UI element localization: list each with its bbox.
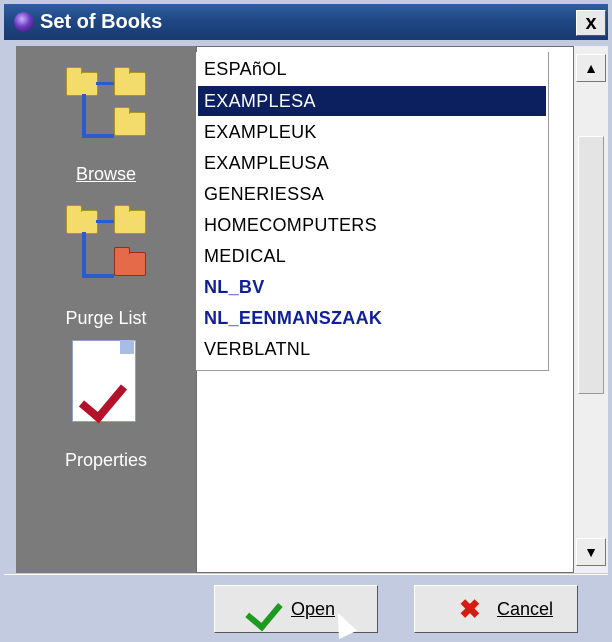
sidebar: Browse Purge List Properties [16,46,196,573]
checkmark-icon [245,592,283,632]
app-icon [14,12,34,32]
books-list[interactable]: ESPAñOL EXAMPLESA EXAMPLEUK EXAMPLEUSA G… [196,52,549,371]
properties-check-icon [68,340,140,424]
scroll-up-button[interactable]: ▲ [576,54,606,82]
cancel-button-label: Cancel [497,599,554,619]
list-item[interactable]: EXAMPLEUK [198,117,546,147]
vertical-scrollbar[interactable]: ▲ ▼ [574,46,608,573]
list-item[interactable]: ESPAñOL [198,54,546,84]
sidebar-item-label: Purge List [65,308,147,328]
folder-tree-icon [62,62,152,146]
list-item[interactable]: HOMECOMPUTERS [198,210,546,240]
arrow-up-icon: ▲ [584,60,598,76]
list-item-selected[interactable]: EXAMPLESA [198,86,546,116]
window-title: Set of Books [40,11,163,33]
cancel-button[interactable]: ✖ Cancel [414,585,578,633]
sidebar-item-label: Browse [75,164,137,184]
close-button[interactable]: x [576,10,606,36]
list-item[interactable]: NL_EENMANSZAAK [198,303,546,333]
arrow-down-icon: ▼ [584,544,598,560]
close-icon: x [585,12,597,34]
list-item[interactable]: MEDICAL [198,241,546,271]
list-item[interactable]: VERBLATNL [198,334,546,364]
folder-tree-red-icon [62,200,152,288]
set-of-books-dialog: Set of Books x Browse Purge List Propert… [0,0,612,642]
list-item[interactable]: EXAMPLEUSA [198,148,546,178]
x-mark-icon: ✖ [459,594,481,624]
scroll-down-button[interactable]: ▼ [576,538,606,566]
scroll-thumb[interactable] [578,136,604,394]
list-item[interactable]: NL_BV [198,272,546,302]
title-bar[interactable]: Set of Books x [4,4,608,40]
list-item[interactable]: GENERIESSA [198,179,546,209]
sidebar-item-label: Properties [64,450,148,470]
